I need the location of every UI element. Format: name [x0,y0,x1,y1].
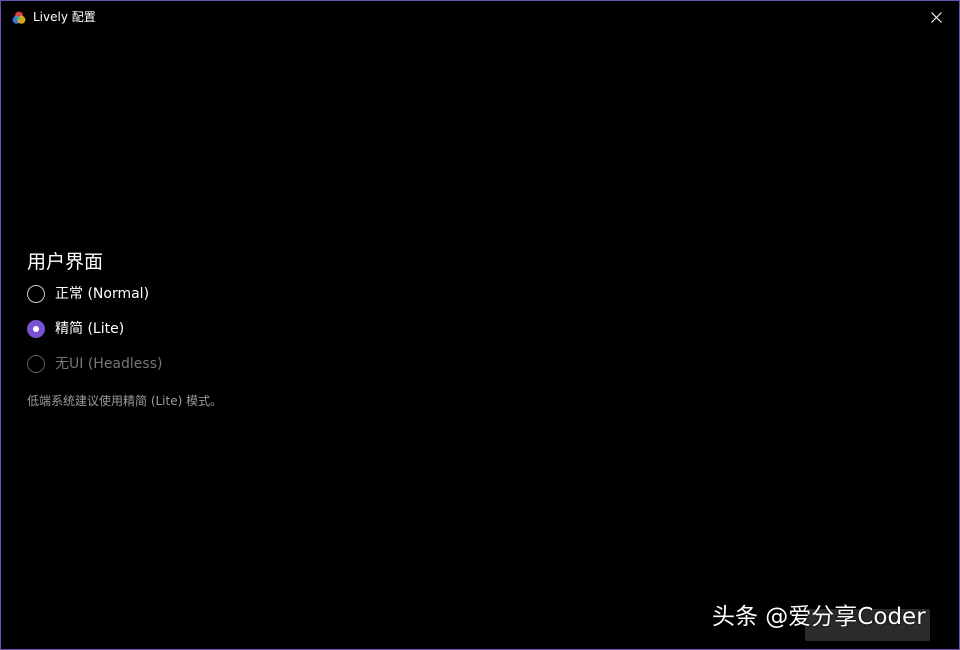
section-title: 用户界面 [27,251,104,273]
radio-button-lite[interactable] [27,319,45,338]
radio-label-headless: 无UI (Headless) [55,355,163,372]
radio-label-normal: 正常 (Normal) [55,285,150,302]
radio-option-headless: 无UI (Headless) [27,346,427,381]
close-icon [930,11,942,23]
radio-button-headless [27,354,45,373]
radio-option-normal[interactable]: 正常 (Normal) [27,276,427,311]
radio-button-normal[interactable] [27,284,45,303]
radio-option-lite[interactable]: 精简 (Lite) [27,311,427,346]
radio-label-lite: 精简 (Lite) [55,320,125,337]
watermark-text: 头条 @爱分享Coder [712,604,926,630]
window-title: Lively 配置 [33,10,96,24]
title-bar[interactable]: Lively 配置 [1,1,959,33]
user-interface-section: 用户界面 正常 (Normal) 精简 (Lite) 无UI (Headless… [27,249,427,409]
lively-logo-icon [12,10,26,24]
close-button[interactable] [913,1,959,33]
settings-window: Lively 配置 用户界面 正常 (Normal) 精简 (Lite) 无UI… [0,0,960,650]
lite-mode-hint: 低端系统建议使用精简 (Lite) 模式。 [27,394,223,408]
